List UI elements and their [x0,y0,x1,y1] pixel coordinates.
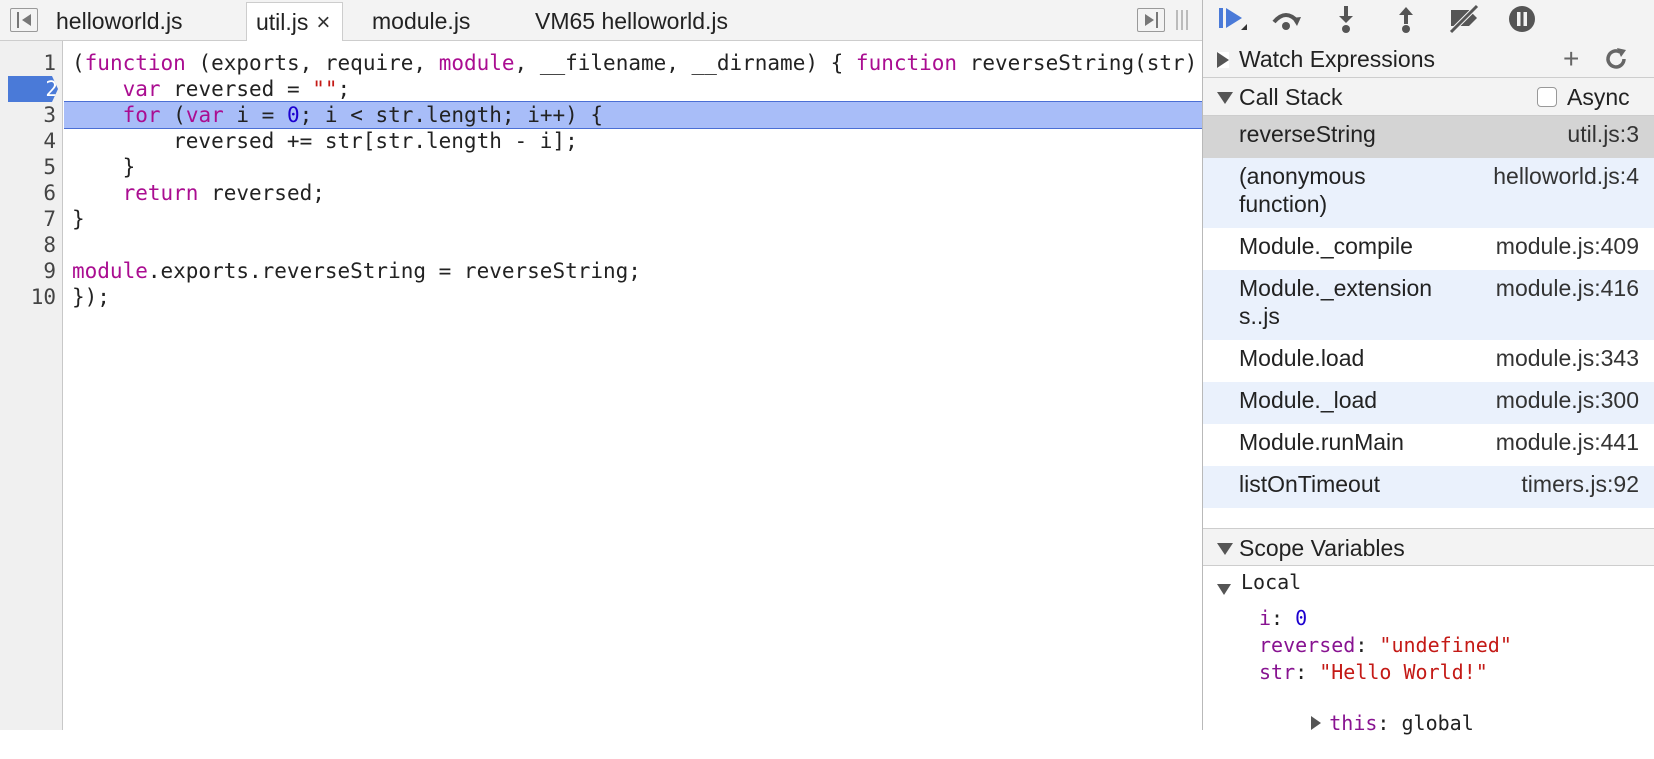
code-line-1: (function (exports, require, module, __f… [72,51,1202,75]
var-value: global [1401,711,1474,735]
sources-panel: helloworld.js util.js × module.js VM65 he… [0,0,1202,730]
step-into-icon[interactable] [1329,4,1363,34]
var-value: "undefined" [1379,633,1512,657]
line-number[interactable]: 1 [0,50,56,76]
frame-location[interactable]: module.js:416 [1496,274,1639,302]
frame-function: Module.load [1239,345,1365,371]
code-line-7: } [72,207,85,231]
watch-expressions-header[interactable]: Watch Expressions + [1203,40,1654,78]
step-out-icon[interactable] [1389,4,1423,34]
line-number[interactable]: 8 [0,232,56,258]
line-number[interactable]: 3 [0,102,56,128]
scope-variable[interactable]: str: "Hello World!" [1259,660,1488,684]
frame-function: (anonymous function) [1239,163,1366,217]
expand-triangle-icon[interactable] [1311,716,1322,730]
local-scope-node[interactable]: Local [1217,570,1302,595]
async-checkbox[interactable] [1537,87,1557,107]
call-stack-list: reverseString util.js:3 (anonymous funct… [1203,116,1654,508]
tab-label: VM65 helloworld.js [535,8,729,34]
line-number[interactable]: 9 [0,258,56,284]
collapse-triangle-icon [1217,543,1233,555]
call-frame[interactable]: Module.runMain module.js:441 [1203,424,1654,466]
frame-location[interactable]: module.js:300 [1496,386,1639,414]
var-name: reversed [1259,633,1356,657]
line-number[interactable]: 7 [0,206,56,232]
var-value: 0 [1295,606,1308,630]
code-line-4: reversed += str[str.length - i]; [72,129,578,153]
frame-function: reverseString [1239,121,1376,147]
section-title: Scope Variables [1239,535,1405,561]
toggle-navigator-icon[interactable] [10,8,38,32]
call-frame[interactable]: reverseString util.js:3 [1203,116,1654,158]
frame-function: Module._compile [1239,233,1413,259]
section-title: Call Stack [1239,84,1343,110]
call-frame[interactable]: (anonymous function) helloworld.js:4 [1203,158,1654,228]
deactivate-breakpoints-icon[interactable] [1447,4,1481,34]
refresh-icon[interactable] [1603,46,1629,72]
call-stack-header[interactable]: Call Stack Async [1203,78,1654,116]
scope-variable[interactable]: i: 0 [1259,606,1307,630]
call-frame[interactable]: listOnTimeout timers.js:92 [1203,466,1654,508]
section-title: Watch Expressions [1239,46,1435,72]
line-number-gutter[interactable]: 1 2 3 4 5 6 7 8 9 10 [0,41,63,730]
toggle-debugger-sidebar-icon[interactable] [1137,8,1165,32]
editor-tab-bar: helloworld.js util.js × module.js VM65 he… [0,0,1202,41]
scope-variable[interactable]: this: global [1239,687,1474,759]
line-number[interactable]: 5 [0,154,56,180]
code-line-6: return reversed; [122,181,325,205]
debugger-toolbar [1203,0,1654,41]
frame-function: Module.runMain [1239,429,1404,455]
step-over-icon[interactable] [1269,4,1303,34]
frame-function: Module._extensions..js [1239,275,1433,329]
frame-location[interactable]: timers.js:92 [1521,470,1639,498]
code-content[interactable]: (function (exports, require, module, __f… [64,41,1202,730]
frame-location[interactable]: util.js:3 [1567,120,1639,148]
call-frame[interactable]: Module._load module.js:300 [1203,382,1654,424]
local-scope-label: Local [1241,570,1302,594]
code-line-9: module.exports.reverseString = reverseSt… [72,259,641,283]
pause-on-exceptions-icon[interactable] [1505,4,1539,34]
close-tab-icon[interactable]: × [316,9,330,36]
code-editor[interactable]: 1 2 3 4 5 6 7 8 9 10 (function (exports,… [0,41,1202,730]
tab-module[interactable]: module.js [372,2,470,40]
code-line-2: var reversed = ""; [122,77,351,101]
expand-triangle-icon [1217,52,1229,68]
var-name: this [1329,711,1378,735]
tab-helloworld[interactable]: helloworld.js [56,2,183,40]
scope-variable[interactable]: reversed: "undefined" [1259,633,1512,657]
line-number[interactable]: 10 [0,284,56,310]
frame-location[interactable]: module.js:441 [1496,428,1639,456]
collapse-triangle-icon [1217,584,1231,595]
frame-function: listOnTimeout [1239,471,1381,497]
resize-grip-icon[interactable] [1176,10,1190,30]
frame-location[interactable]: module.js:343 [1496,344,1639,372]
add-watch-icon[interactable]: + [1563,45,1579,73]
code-line-5: } [72,155,136,179]
frame-location[interactable]: helloworld.js:4 [1493,162,1639,190]
line-number[interactable]: 6 [0,180,56,206]
frame-location[interactable]: module.js:409 [1496,232,1639,260]
frame-function: Module._load [1239,387,1378,413]
tab-label: module.js [372,8,471,34]
var-value: "Hello World!" [1319,660,1488,684]
call-frame[interactable]: Module.load module.js:343 [1203,340,1654,382]
line-number[interactable]: 4 [0,128,56,154]
scope-variables-header[interactable]: Scope Variables [1203,528,1654,566]
code-line-10: }); [72,285,110,309]
call-frame[interactable]: Module._extensions..js module.js:416 [1203,270,1654,340]
breakpoint-marker[interactable]: 2 [8,76,58,102]
resume-icon[interactable] [1215,4,1249,34]
tab-vm65-helloworld[interactable]: VM65 helloworld.js [535,2,728,40]
call-frame[interactable]: Module._compile module.js:409 [1203,228,1654,270]
var-name: str [1259,660,1296,684]
async-label: Async [1567,84,1630,110]
var-name: i [1259,606,1272,630]
collapse-triangle-icon [1217,92,1233,104]
tab-label: util.js [256,9,309,35]
debugger-sidebar: Watch Expressions + Call Stack Async rev… [1202,0,1654,735]
tab-util[interactable]: util.js × [246,2,344,41]
tab-label: helloworld.js [56,8,183,34]
code-line-3: for (var i = 0; i < str.length; i++) { [122,103,604,127]
